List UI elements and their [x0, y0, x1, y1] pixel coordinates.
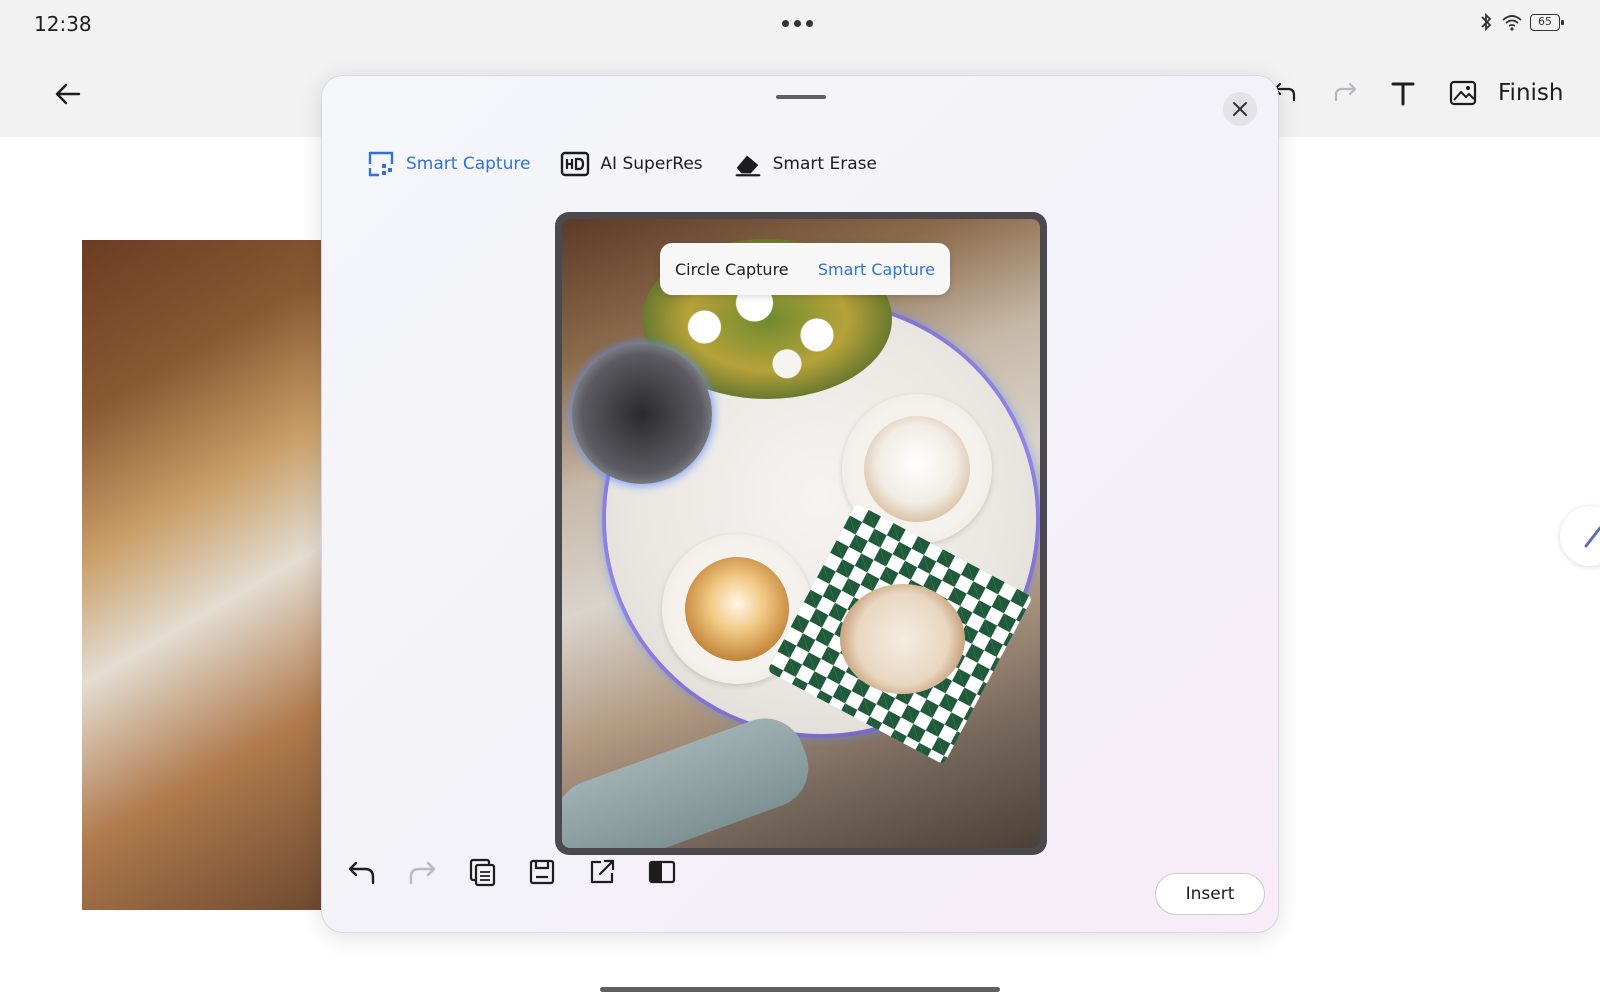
status-icons: 65: [1478, 12, 1564, 32]
tab-ai-superres[interactable]: AI SuperRes: [560, 149, 703, 179]
compare-icon: [648, 860, 676, 884]
tab-smart-capture[interactable]: Smart Capture: [366, 149, 530, 179]
tab-smart-erase[interactable]: Smart Erase: [733, 149, 877, 179]
circle-capture-option[interactable]: Circle Capture: [675, 260, 789, 279]
redo-icon: [409, 861, 436, 885]
image-icon: [1449, 80, 1477, 106]
sleeve: [562, 707, 820, 848]
pen-tool-handle[interactable]: [1560, 506, 1600, 566]
share-button[interactable]: [586, 856, 618, 888]
arrow-left-icon: [55, 83, 81, 105]
tab-smart-capture-label: Smart Capture: [406, 154, 531, 174]
redo-icon: [1334, 82, 1357, 102]
insert-image-button[interactable]: [1446, 76, 1480, 110]
feature-tabs: Smart Capture AI SuperRes Smart Erase: [366, 149, 877, 179]
tab-ai-superres-label: AI SuperRes: [600, 154, 703, 174]
battery-indicator: 65: [1530, 13, 1564, 31]
share-icon: [590, 859, 615, 884]
save-button[interactable]: [526, 856, 558, 888]
photo-image[interactable]: Circle Capture Smart Capture: [562, 219, 1040, 848]
smart-capture-modal: Smart Capture AI SuperRes Smart Erase Ci…: [321, 75, 1279, 933]
hd-icon: [560, 149, 590, 179]
multitask-dots[interactable]: [782, 20, 813, 27]
close-button[interactable]: [1223, 92, 1257, 126]
smart-capture-icon: [366, 149, 396, 179]
text-tool-button[interactable]: [1386, 76, 1420, 110]
tab-smart-erase-label: Smart Erase: [772, 154, 877, 174]
undo-icon: [348, 861, 375, 885]
canvas-photo[interactable]: [82, 240, 322, 910]
close-icon: [1233, 102, 1247, 116]
drag-handle[interactable]: [776, 95, 826, 99]
save-icon: [529, 859, 555, 885]
smart-capture-option[interactable]: Smart Capture: [818, 260, 935, 279]
home-indicator[interactable]: [600, 987, 1000, 992]
copy-icon: [469, 858, 496, 887]
photo-preview[interactable]: Circle Capture Smart Capture: [555, 212, 1047, 855]
redo-button[interactable]: [1330, 78, 1360, 108]
insert-button[interactable]: Insert: [1155, 873, 1265, 915]
eraser-icon: [733, 149, 763, 179]
copy-button[interactable]: [466, 856, 498, 888]
pen-icon: [1584, 526, 1600, 548]
cutlery-holder: [572, 344, 712, 484]
undo-capture-button[interactable]: [346, 856, 378, 888]
text-icon: [1391, 82, 1415, 106]
bluetooth-icon: [1481, 12, 1492, 32]
pastry: [840, 584, 965, 694]
bottom-toolbar: [346, 856, 678, 888]
wifi-icon: [1502, 15, 1522, 31]
finish-button[interactable]: Finish: [1498, 80, 1563, 106]
redo-capture-button[interactable]: [406, 856, 438, 888]
status-time: 12:38: [34, 12, 92, 36]
compare-button[interactable]: [646, 856, 678, 888]
back-button[interactable]: [50, 76, 86, 112]
capture-mode-toggle: Circle Capture Smart Capture: [660, 243, 950, 295]
